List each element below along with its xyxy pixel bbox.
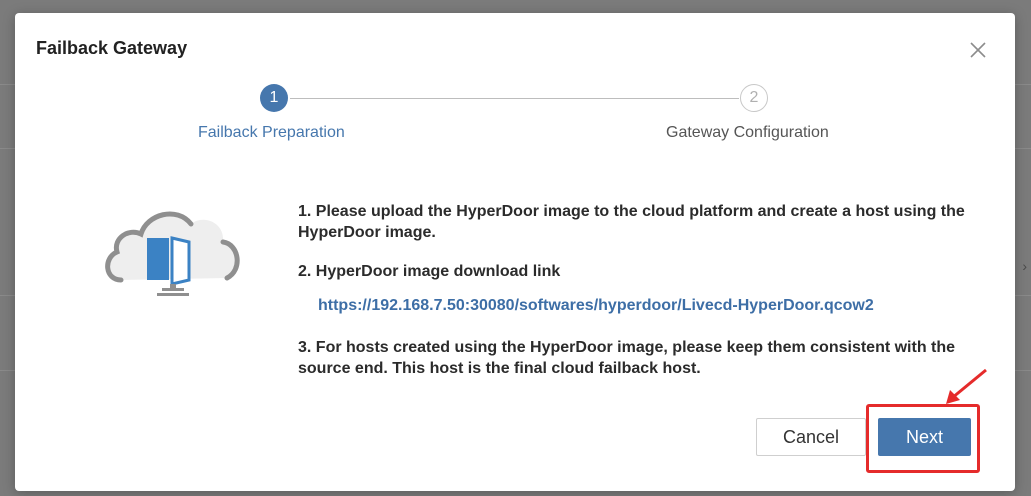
instruction-step-2: 2. HyperDoor image download link: [298, 263, 561, 280]
download-link[interactable]: https://192.168.7.50:30080/softwares/hyp…: [318, 295, 874, 316]
step-1-label: Failback Preparation: [198, 124, 345, 141]
cancel-button[interactable]: Cancel: [756, 418, 866, 456]
chevron-right-icon: ›: [1022, 258, 1027, 274]
close-icon[interactable]: [967, 39, 989, 61]
highlight-box: [866, 404, 980, 473]
instruction-step-1: 1. Please upload the HyperDoor image to …: [298, 203, 965, 241]
annotation-arrow-icon: [946, 368, 987, 404]
instruction-step-3: 3. For hosts created using the HyperDoor…: [298, 339, 956, 377]
failback-gateway-dialog: Failback Gateway 1 2 Failback Preparatio…: [15, 13, 1015, 491]
cloud-server-icon: [99, 200, 247, 300]
step-2-label: Gateway Configuration: [666, 124, 829, 141]
dialog-title: Failback Gateway: [36, 38, 188, 58]
step-1-indicator: 1: [260, 84, 288, 112]
step-2-indicator: 2: [740, 84, 768, 112]
stepper-connector: [290, 98, 739, 99]
